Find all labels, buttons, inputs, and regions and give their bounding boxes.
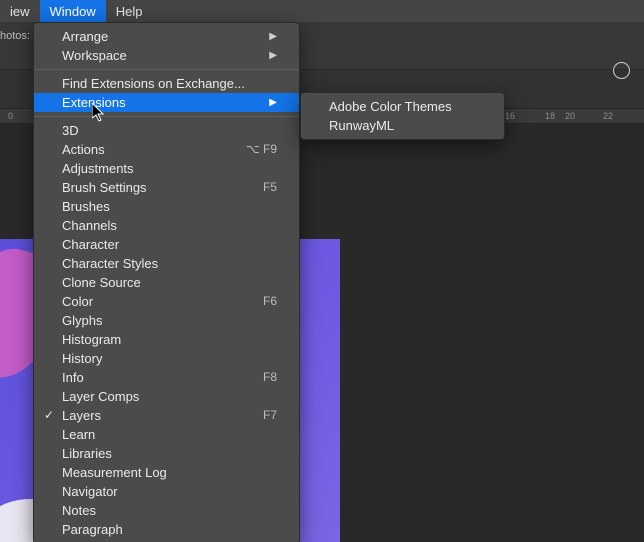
menu-item-label: Adjustments: [62, 159, 134, 178]
menu-item-label: Histogram: [62, 330, 121, 349]
submenu-item-adobe-color-themes[interactable]: Adobe Color Themes: [301, 97, 504, 116]
menu-item-history[interactable]: History: [34, 349, 299, 368]
window-menu: Arrange ▶ Workspace ▶ Find Extensions on…: [33, 22, 300, 542]
menu-item-measurement-log[interactable]: Measurement Log: [34, 463, 299, 482]
menubar: iew Window Help: [0, 0, 644, 22]
menu-item-shortcut: F8: [263, 368, 277, 387]
menu-item-label: Libraries: [62, 444, 112, 463]
menubar-item-window[interactable]: Window: [40, 0, 106, 22]
menu-item-label: Measurement Log: [62, 463, 167, 482]
search-icon[interactable]: [613, 62, 630, 79]
menu-item-label: History: [62, 349, 102, 368]
menu-item-label: Layer Comps: [62, 387, 139, 406]
menu-item-paragraph[interactable]: Paragraph: [34, 520, 299, 539]
menu-item-brushes[interactable]: Brushes: [34, 197, 299, 216]
menu-item-label: Extensions: [62, 93, 126, 112]
menu-item-label: 3D: [62, 121, 79, 140]
menu-item-workspace[interactable]: Workspace ▶: [34, 46, 299, 65]
check-icon: ✓: [44, 406, 54, 425]
ruler-tick: 20: [565, 111, 575, 121]
menu-item-extensions[interactable]: Extensions ▶: [34, 93, 299, 112]
menu-item-label: Glyphs: [62, 311, 102, 330]
menu-item-layer-comps[interactable]: Layer Comps: [34, 387, 299, 406]
menu-item-adjustments[interactable]: Adjustments: [34, 159, 299, 178]
menu-item-label: Paragraph: [62, 520, 123, 539]
menu-item-label: Adobe Color Themes: [329, 97, 452, 116]
menu-item-label: Brush Settings: [62, 178, 147, 197]
menu-item-notes[interactable]: Notes: [34, 501, 299, 520]
menu-item-shortcut: F7: [263, 406, 277, 425]
menu-item-info[interactable]: Info F8: [34, 368, 299, 387]
submenu-arrow-icon: ▶: [269, 93, 277, 112]
submenu-arrow-icon: ▶: [269, 46, 277, 65]
menu-item-layers[interactable]: ✓ Layers F7: [34, 406, 299, 425]
menu-item-shortcut: F6: [263, 292, 277, 311]
menu-item-label: Navigator: [62, 482, 118, 501]
menu-item-label: Notes: [62, 501, 96, 520]
menu-item-label: Layers: [62, 406, 101, 425]
menu-item-libraries[interactable]: Libraries: [34, 444, 299, 463]
menu-item-label: Color: [62, 292, 93, 311]
ruler-tick: 22: [603, 111, 613, 121]
menu-separator: [34, 69, 299, 70]
menu-item-label: Character Styles: [62, 254, 158, 273]
ruler-tick: 18: [545, 111, 555, 121]
menu-item-learn[interactable]: Learn: [34, 425, 299, 444]
menu-item-find-extensions[interactable]: Find Extensions on Exchange...: [34, 74, 299, 93]
menu-item-arrange[interactable]: Arrange ▶: [34, 27, 299, 46]
menu-item-label: Channels: [62, 216, 117, 235]
menu-separator: [34, 116, 299, 117]
menu-item-label: RunwayML: [329, 116, 394, 135]
menu-item-glyphs[interactable]: Glyphs: [34, 311, 299, 330]
submenu-arrow-icon: ▶: [269, 27, 277, 46]
menubar-item-view[interactable]: iew: [0, 0, 40, 22]
menu-item-label: Character: [62, 235, 119, 254]
menu-item-brush-settings[interactable]: Brush Settings F5: [34, 178, 299, 197]
ruler-tick: 0: [8, 111, 13, 121]
menu-item-label: Learn: [62, 425, 95, 444]
menu-item-character[interactable]: Character: [34, 235, 299, 254]
menu-item-shortcut: ⌥ F9: [246, 140, 277, 159]
menu-item-navigator[interactable]: Navigator: [34, 482, 299, 501]
menubar-item-help[interactable]: Help: [106, 0, 153, 22]
menu-item-shortcut: F5: [263, 178, 277, 197]
menu-item-3d[interactable]: 3D: [34, 121, 299, 140]
menu-item-histogram[interactable]: Histogram: [34, 330, 299, 349]
menu-item-label: Workspace: [62, 46, 127, 65]
extensions-submenu: Adobe Color Themes RunwayML: [300, 92, 505, 140]
menu-item-clone-source[interactable]: Clone Source: [34, 273, 299, 292]
menu-item-label: Actions: [62, 140, 105, 159]
menu-item-channels[interactable]: Channels: [34, 216, 299, 235]
options-bar-fragment: hotos:: [0, 30, 30, 42]
menu-item-label: Clone Source: [62, 273, 141, 292]
menu-item-color[interactable]: Color F6: [34, 292, 299, 311]
submenu-item-runwayml[interactable]: RunwayML: [301, 116, 504, 135]
menu-item-label: Brushes: [62, 197, 110, 216]
menu-item-label: Info: [62, 368, 84, 387]
ruler-tick: 16: [505, 111, 515, 121]
menu-item-character-styles[interactable]: Character Styles: [34, 254, 299, 273]
menu-item-label: Find Extensions on Exchange...: [62, 74, 245, 93]
menu-item-actions[interactable]: Actions ⌥ F9: [34, 140, 299, 159]
menu-item-label: Arrange: [62, 27, 108, 46]
